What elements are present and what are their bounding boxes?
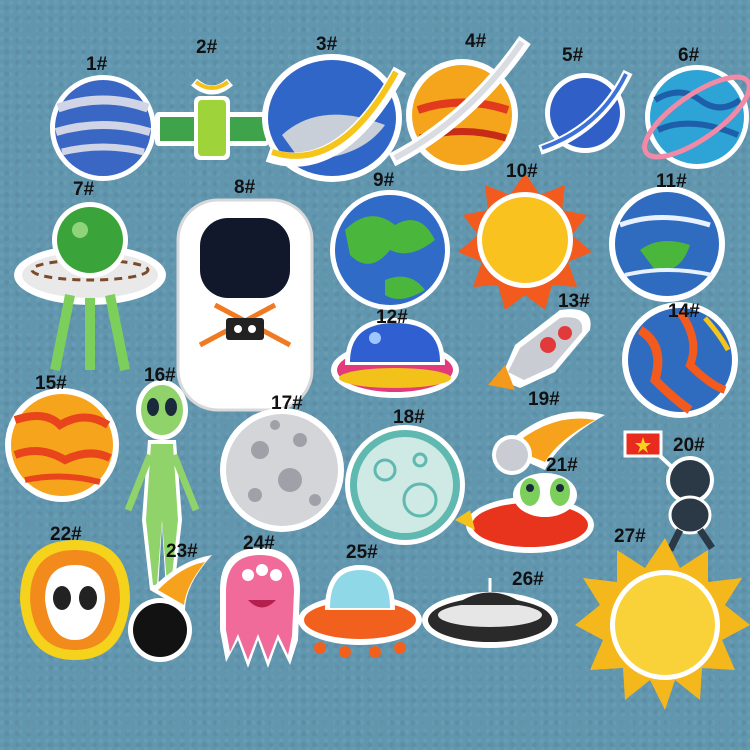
patch-11-ocean-planet bbox=[609, 186, 725, 302]
patch-24-pink-monster bbox=[220, 548, 300, 668]
patch-17-grey-moon bbox=[220, 408, 344, 532]
label-22: 22# bbox=[50, 524, 82, 545]
label-2: 2# bbox=[196, 37, 218, 58]
patch-10-sun bbox=[458, 173, 592, 310]
label-17: 17# bbox=[271, 393, 303, 414]
label-24: 24# bbox=[243, 533, 275, 554]
patch-4-orange-ringed-planet bbox=[388, 36, 531, 171]
patch-3-ringed-planet bbox=[262, 54, 407, 182]
patch-8-astronaut bbox=[176, 198, 314, 412]
label-16: 16# bbox=[144, 365, 176, 386]
label-7: 7# bbox=[73, 179, 95, 200]
label-6: 6# bbox=[678, 45, 700, 66]
label-9: 9# bbox=[373, 170, 395, 191]
patch-22-alien-face bbox=[20, 540, 130, 660]
label-20: 20# bbox=[673, 435, 705, 456]
patch-12-blue-ufo bbox=[331, 318, 459, 398]
patch-25-orange-ufo bbox=[298, 565, 422, 658]
label-25: 25# bbox=[346, 542, 378, 563]
label-27: 27# bbox=[614, 526, 646, 547]
label-14: 14# bbox=[668, 301, 700, 322]
patch-18-teal-moon bbox=[345, 425, 465, 545]
label-21: 21# bbox=[546, 455, 578, 476]
patch-15-orange-planet bbox=[5, 388, 119, 502]
patch-13-rocket bbox=[488, 309, 591, 390]
patch-sheet: 1# 2# 3# 4# 5# 6# 7# 8# 9# 10# 11# 12# 1… bbox=[0, 0, 750, 750]
label-4: 4# bbox=[465, 31, 487, 52]
label-19: 19# bbox=[528, 389, 560, 410]
label-5: 5# bbox=[562, 45, 584, 66]
patch-7-green-ufo bbox=[14, 202, 166, 371]
patch-21-red-ufo-aliens bbox=[455, 473, 594, 553]
patch-1-striped-planet bbox=[50, 75, 156, 181]
label-3: 3# bbox=[316, 34, 338, 55]
label-26: 26# bbox=[512, 569, 544, 590]
patch-2-satellite bbox=[155, 78, 269, 160]
label-1: 1# bbox=[86, 54, 108, 75]
label-12: 12# bbox=[376, 307, 408, 328]
label-11: 11# bbox=[656, 171, 687, 192]
patch-5-small-blue-planet bbox=[538, 69, 633, 155]
patch-9-earth bbox=[330, 190, 450, 310]
label-8: 8# bbox=[234, 177, 256, 198]
label-13: 13# bbox=[558, 291, 590, 312]
label-23: 23# bbox=[166, 541, 198, 562]
patch-27-big-sun bbox=[575, 538, 750, 710]
label-18: 18# bbox=[393, 407, 425, 428]
label-15: 15# bbox=[35, 373, 67, 394]
label-10: 10# bbox=[506, 161, 538, 182]
patch-6-swirl-planet bbox=[642, 65, 750, 169]
patch-artwork bbox=[5, 36, 750, 710]
